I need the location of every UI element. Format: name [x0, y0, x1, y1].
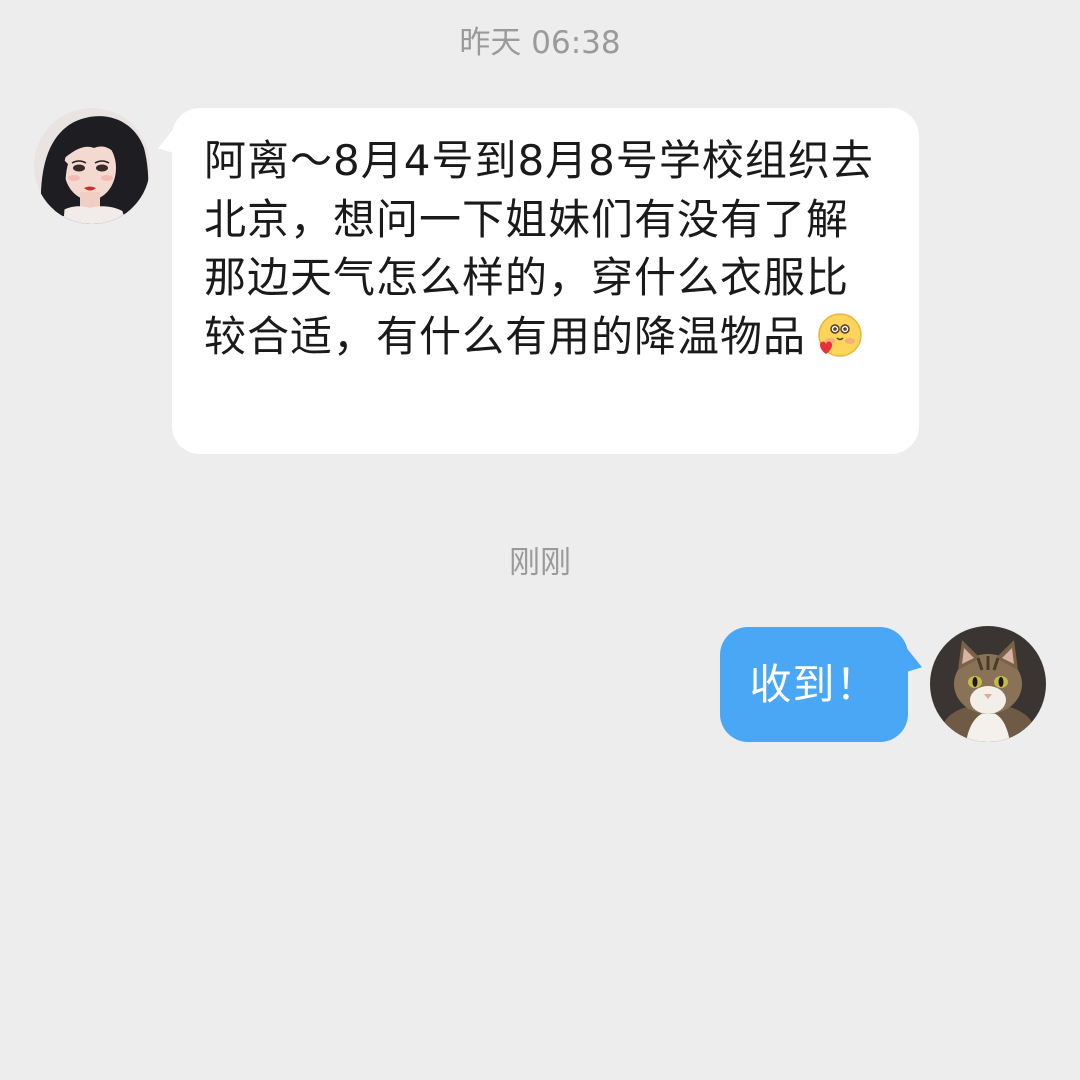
user-avatar[interactable] [930, 626, 1046, 742]
outgoing-message-bubble[interactable]: 收到！ [720, 627, 908, 742]
blushing-face-with-heart-icon [814, 311, 864, 361]
contact-avatar[interactable] [34, 108, 150, 224]
message-timestamp: 刚刚 [509, 545, 571, 581]
cat-photo-icon [930, 626, 1046, 742]
chat-window: 昨天 06:38 阿离～8月4号到8月8号学校组织去北京，想问一下姐妹们有没有了… [0, 0, 1080, 1080]
girl-portrait-icon [34, 108, 150, 224]
incoming-message-text: 阿离～8月4号到8月8号学校组织去北京，想问一下姐妹们有没有了解那边天气怎么样的… [204, 136, 874, 361]
message-timestamp: 昨天 06:38 [459, 25, 621, 61]
incoming-message-bubble[interactable]: 阿离～8月4号到8月8号学校组织去北京，想问一下姐妹们有没有了解那边天气怎么样的… [172, 108, 919, 454]
outgoing-message-text: 收到！ [749, 659, 879, 709]
